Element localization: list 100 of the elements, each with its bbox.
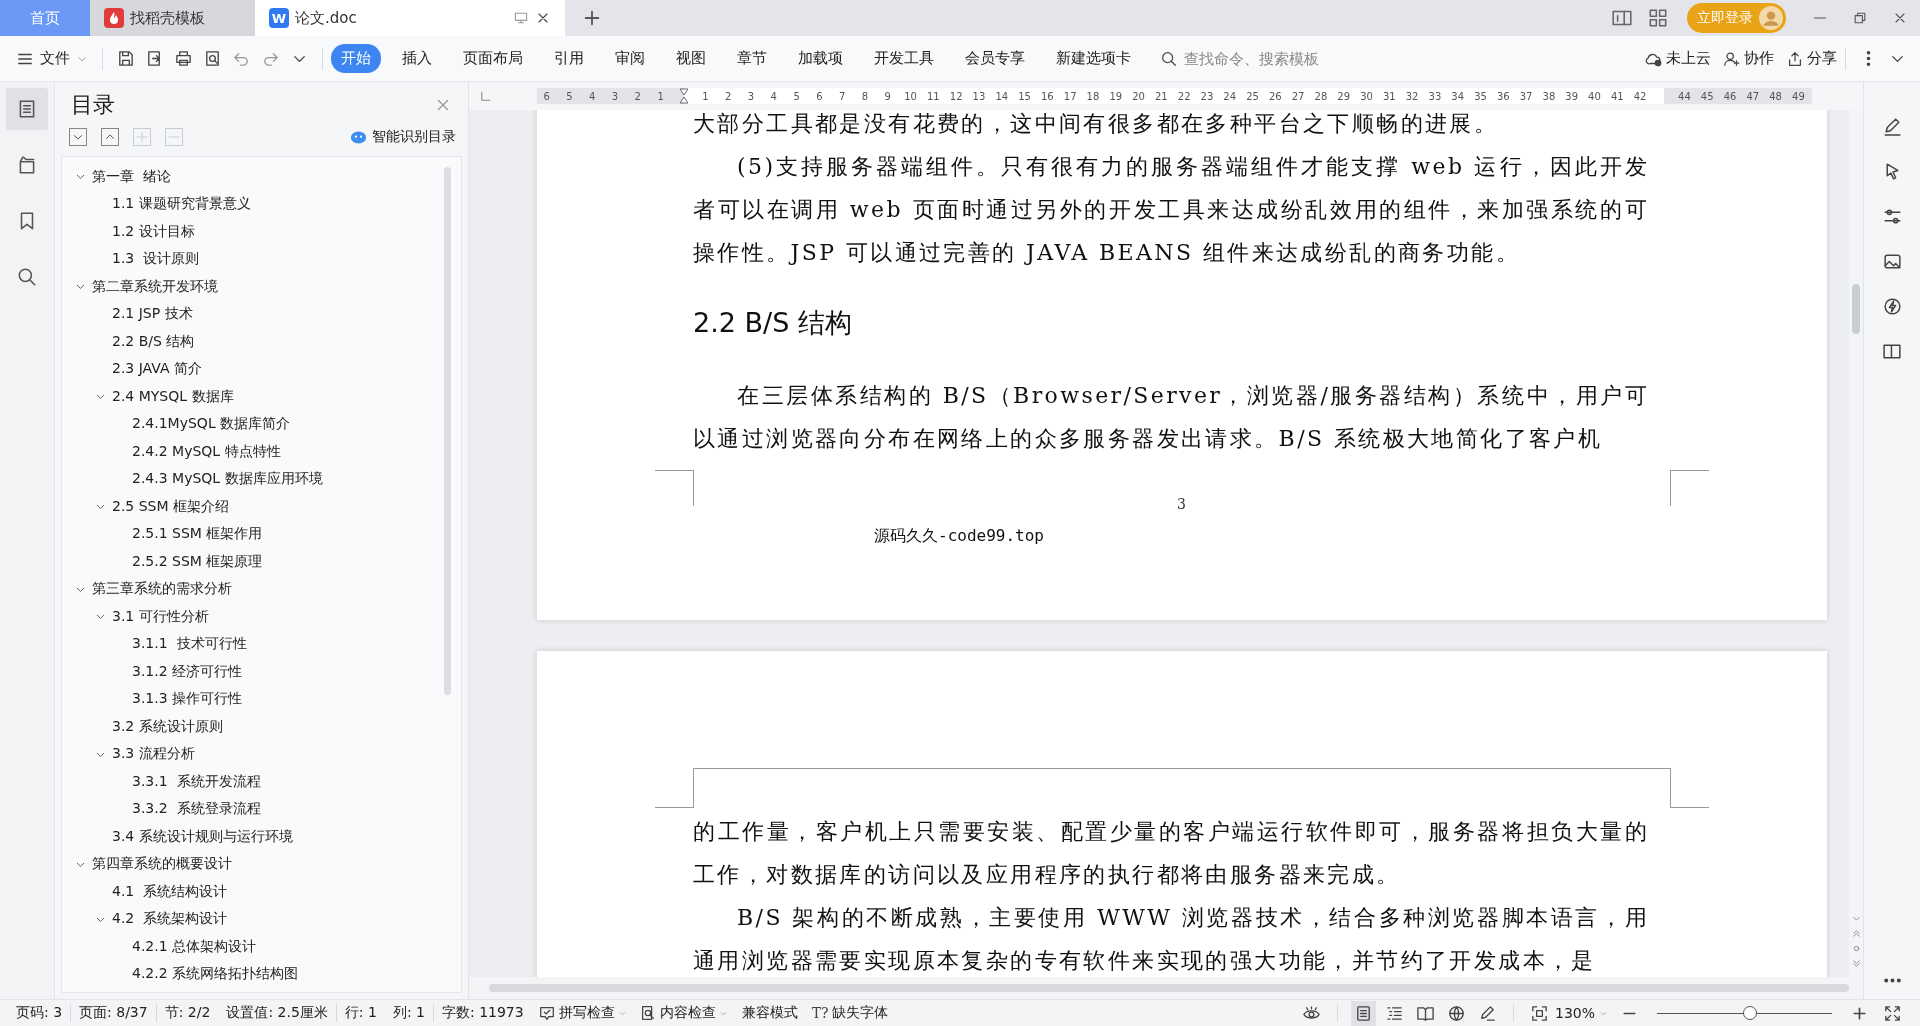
- ruler-number: 5: [565, 90, 574, 102]
- expand-all-icon[interactable]: [69, 128, 87, 146]
- previous-page-icon[interactable]: [1850, 928, 1862, 939]
- grid-icon[interactable]: [1647, 7, 1669, 29]
- print-preview-icon[interactable]: [203, 49, 222, 68]
- outline-item[interactable]: 3.1.3 操作可行性: [70, 685, 431, 713]
- outline-item[interactable]: 第四章系统的概要设计: [70, 850, 431, 878]
- ribbon-tab[interactable]: 加载项: [788, 44, 853, 73]
- tab-stop-icon: [479, 89, 493, 103]
- ribbon-tab[interactable]: 引用: [544, 44, 594, 73]
- smart-toc-button[interactable]: 智能识别目录: [349, 128, 456, 146]
- sliders-icon[interactable]: [1881, 206, 1903, 227]
- ruler-number: 6: [542, 90, 551, 102]
- outline-item[interactable]: 4.2.1 总体架构设计: [70, 933, 431, 961]
- outline-item[interactable]: 3.3.2 系统登录流程: [70, 795, 431, 823]
- outline-item[interactable]: 4.2.2 系统网络拓扑结构图: [70, 960, 431, 988]
- status-text: 兼容模式: [740, 1004, 799, 1022]
- paragraph: 大部分工具都是没有花费的，这中间有很多都在多种平台之下顺畅的进展。: [693, 110, 1500, 138]
- outline-item[interactable]: 3.3.1 系统开发流程: [70, 768, 431, 796]
- ruler-number: 9: [883, 90, 892, 102]
- outline-item[interactable]: 2.1 JSP 技术: [70, 300, 431, 328]
- collab-button[interactable]: 协作: [1723, 49, 1774, 68]
- ribbon-tab[interactable]: 插入: [392, 44, 442, 73]
- restore-icon[interactable]: [1852, 10, 1868, 26]
- outline-item[interactable]: 2.4.2 MySQL 特点特性: [70, 438, 431, 466]
- search-field[interactable]: 查找命令、搜索模板: [1160, 49, 1406, 68]
- zoom-dropdown[interactable]: 130%: [1554, 1005, 1608, 1021]
- cloud-button[interactable]: 未上云: [1645, 49, 1711, 68]
- document-tab[interactable]: W 论文.doc: [255, 0, 565, 36]
- outline-item[interactable]: 4.1 系统结构设计: [70, 878, 431, 906]
- save-icon[interactable]: [116, 49, 135, 68]
- ribbon-tab[interactable]: 视图: [666, 44, 716, 73]
- outline-item[interactable]: 2.4 MYSQL 数据库: [70, 383, 431, 411]
- slider-thumb[interactable]: [1742, 1006, 1757, 1020]
- missing-fonts-button[interactable]: T? 缺失字体: [805, 1004, 894, 1022]
- outline-item[interactable]: 2.4.3 MySQL 数据库应用环境: [70, 465, 431, 493]
- outline-item[interactable]: 2.4.1MySQL 数据库简介: [70, 410, 431, 438]
- ribbon-tab[interactable]: 开始: [331, 44, 381, 73]
- horizontal-scrollbar[interactable]: [489, 984, 1849, 992]
- new-tab-icon[interactable]: [583, 9, 601, 27]
- outline-item[interactable]: 2.5.1 SSM 框架作用: [70, 520, 431, 548]
- ruler-number: 22: [1176, 90, 1192, 102]
- section-heading: 2.2 B/S 结构: [693, 306, 853, 340]
- outline-item[interactable]: 第一章 绪论: [70, 163, 431, 191]
- ruler-number: 1: [701, 90, 710, 102]
- image-icon[interactable]: [1881, 251, 1903, 272]
- ribbon-tab[interactable]: 审阅: [605, 44, 655, 73]
- ribbon-tab[interactable]: 新建选项卡: [1046, 44, 1141, 73]
- spell-check-button[interactable]: 拼写检查: [531, 1004, 633, 1022]
- ruler-number: 24: [1222, 90, 1238, 102]
- ruler-number: 36: [1495, 90, 1511, 102]
- share-button[interactable]: 分享: [1786, 49, 1837, 68]
- outline-item[interactable]: 3.1.1 技术可行性: [70, 630, 431, 658]
- ruler-number: 32: [1404, 90, 1420, 102]
- ribbon-tab[interactable]: 页面布局: [453, 44, 533, 73]
- status-text: 设置值: 2.5厘米: [218, 1004, 337, 1022]
- ruler-number: 38: [1541, 90, 1557, 102]
- ruler-number: 37: [1518, 90, 1534, 102]
- outline-item[interactable]: 1.2 设计目标: [70, 218, 431, 246]
- ruler-number: 39: [1564, 90, 1580, 102]
- outline-item[interactable]: 3.3 流程分析: [70, 740, 431, 768]
- monitor-icon[interactable]: [513, 10, 529, 26]
- globe-icon[interactable]: [1446, 1003, 1466, 1023]
- outline-item[interactable]: 2.3 JAVA 简介: [70, 355, 431, 383]
- fit-page-icon[interactable]: [1529, 1003, 1549, 1023]
- ruler-number: 45: [1699, 90, 1715, 102]
- outline-item[interactable]: 1.3 设计原则: [70, 245, 431, 273]
- outline-item[interactable]: 3.4 系统设计规则与运行环境: [70, 823, 431, 851]
- outline-item[interactable]: 第二章系统开发环境: [70, 273, 431, 301]
- outline-item[interactable]: 第三章系统的需求分析: [70, 575, 431, 603]
- table-of-contents-icon[interactable]: [6, 88, 48, 130]
- outline-item[interactable]: 1.1 课题研究背景意义: [70, 190, 431, 218]
- file-menu[interactable]: 文件: [14, 45, 94, 72]
- outline-item[interactable]: 3.1.2 经济可行性: [70, 658, 431, 686]
- page-view-icon[interactable]: [1350, 1000, 1376, 1026]
- crop-mark: [1670, 470, 1709, 506]
- ruler-number: 21: [1153, 90, 1169, 102]
- outline-item[interactable]: 3.2 系统设计原则: [70, 713, 431, 741]
- outline-item[interactable]: 2.2 B/S 结构: [70, 328, 431, 356]
- font-icon: T?: [811, 1005, 829, 1021]
- outline-item[interactable]: 2.5 SSM 框架介绍: [70, 493, 431, 521]
- zoom-in-icon[interactable]: [1852, 1005, 1867, 1021]
- next-page-icon[interactable]: [1850, 958, 1862, 969]
- ribbon-tab[interactable]: 章节: [727, 44, 777, 73]
- ribbon-tab[interactable]: 开发工具: [864, 44, 944, 73]
- outline-item[interactable]: 2.5.2 SSM 框架原理: [70, 548, 431, 576]
- outline-item[interactable]: 3.1 可行性分析: [70, 603, 431, 631]
- print-icon[interactable]: [174, 49, 193, 68]
- lightning-icon[interactable]: [1881, 296, 1903, 317]
- content-check-button[interactable]: 内容检查: [632, 1004, 734, 1022]
- vertical-scrollbar[interactable]: [1852, 284, 1860, 334]
- ruler-number: 20: [1131, 90, 1146, 102]
- book-icon[interactable]: [1881, 341, 1903, 362]
- document-tab[interactable]: 找稻壳模板: [90, 0, 255, 36]
- ribbon-tab[interactable]: 会员专享: [955, 44, 1035, 73]
- ruler-number: 10: [903, 90, 918, 102]
- outline-item[interactable]: 4.2 系统架构设计: [70, 905, 431, 933]
- scrollbar-thumb[interactable]: [444, 167, 451, 695]
- collapse-all-icon[interactable]: [101, 128, 119, 146]
- fullscreen-icon[interactable]: [1883, 1003, 1902, 1023]
